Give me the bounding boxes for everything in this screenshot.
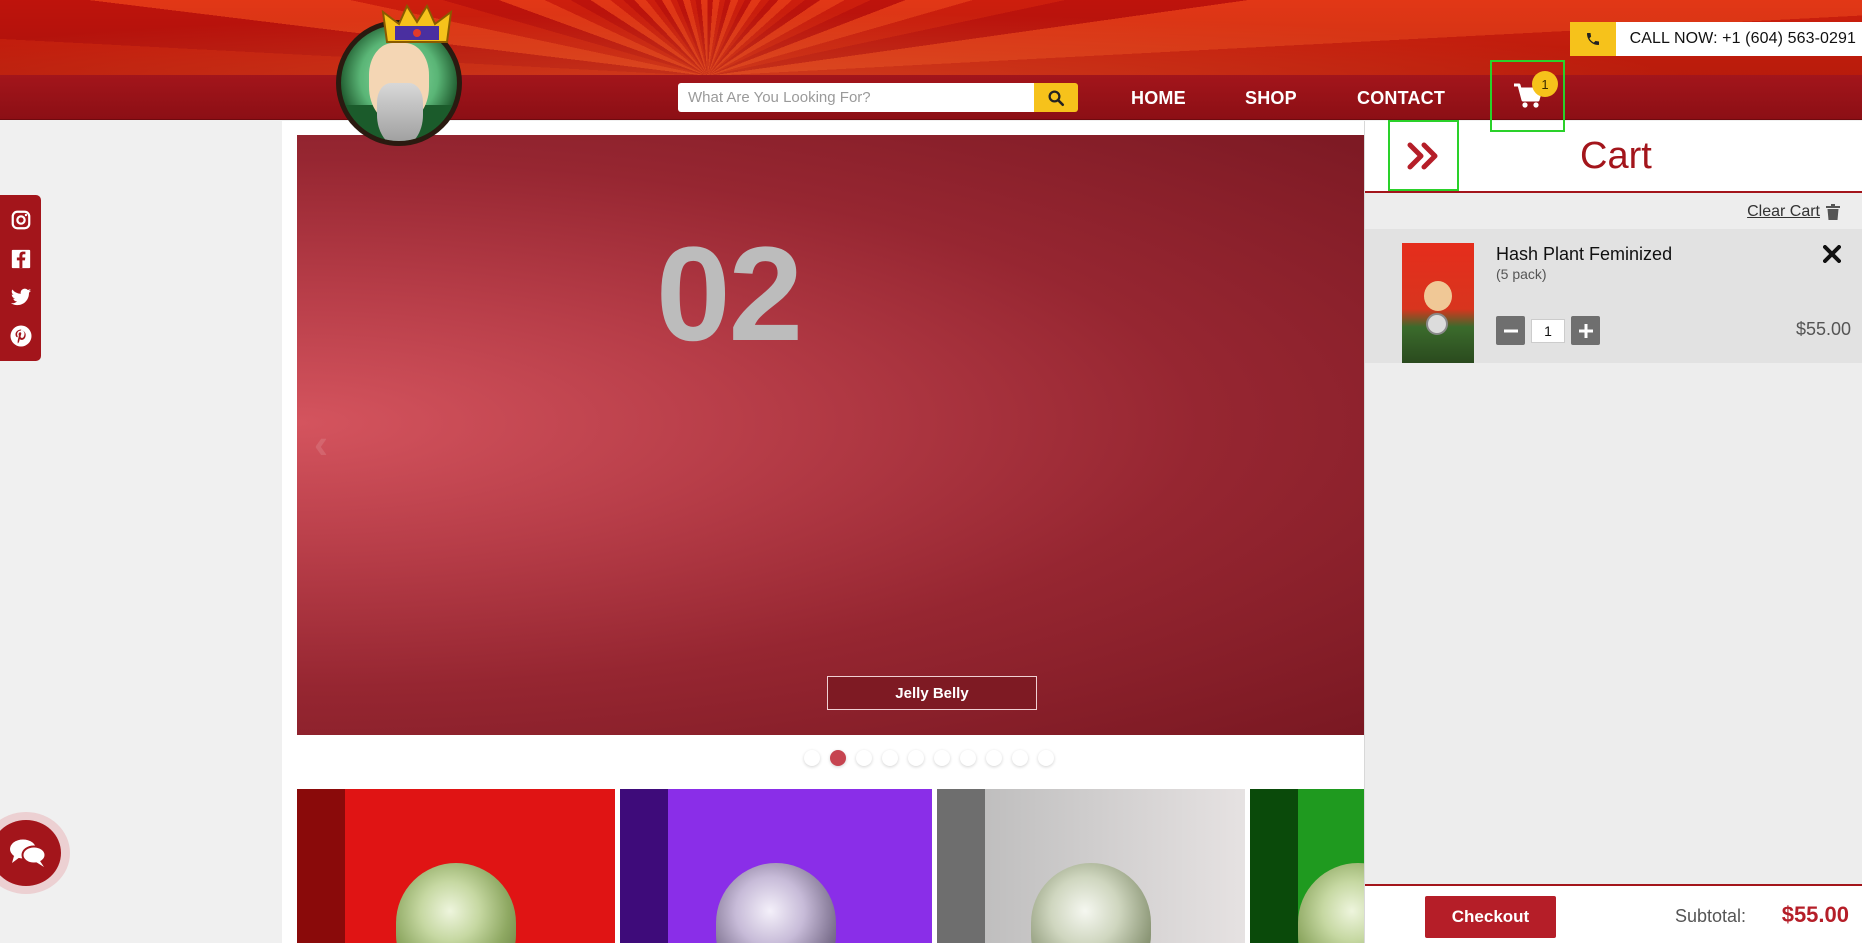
cart-footer: Checkout Subtotal: $55.00 <box>1365 884 1862 943</box>
search-input[interactable] <box>678 83 1034 112</box>
collapse-cart-button[interactable] <box>1388 120 1459 191</box>
checkout-button[interactable]: Checkout <box>1425 896 1556 938</box>
nav-home[interactable]: HOME <box>1131 88 1186 109</box>
cart-button[interactable]: 1 <box>1490 60 1565 132</box>
product-tile[interactable] <box>1250 789 1364 943</box>
slider-dot-1[interactable] <box>804 750 820 766</box>
hero-slider <box>297 135 1364 735</box>
slider-dot-6[interactable] <box>934 750 950 766</box>
cart-item-variant: (5 pack) <box>1496 266 1547 282</box>
slider-dots <box>804 750 1054 766</box>
call-now-box[interactable]: CALL NOW: +1 (604) 563-0291 <box>1569 22 1862 56</box>
quantity-input[interactable] <box>1531 318 1565 343</box>
hero-slide-number: 02 <box>656 220 803 369</box>
cart-item-name[interactable]: Hash Plant Feminized <box>1496 244 1672 265</box>
slider-dot-4[interactable] <box>882 750 898 766</box>
twitter-icon[interactable] <box>8 284 34 310</box>
trash-icon <box>1826 204 1840 220</box>
double-chevron-right-icon <box>1407 142 1437 169</box>
slider-dot-5[interactable] <box>908 750 924 766</box>
subtotal-label: Subtotal: <box>1675 906 1747 926</box>
cart-item-price: $55.00 <box>1795 319 1851 339</box>
hero-caption-button[interactable]: Jelly Belly <box>827 676 1037 710</box>
nav-shop[interactable]: SHOP <box>1245 88 1297 109</box>
minus-icon <box>1503 329 1518 332</box>
cart-count-badge: 1 <box>1532 71 1558 97</box>
slider-dot-7[interactable] <box>960 750 976 766</box>
chat-button[interactable] <box>0 812 70 894</box>
call-now-text[interactable]: CALL NOW: +1 (604) 563-0291 <box>1615 22 1862 56</box>
instagram-icon[interactable] <box>8 207 34 233</box>
decrease-quantity-button[interactable] <box>1496 316 1525 345</box>
remove-item-button[interactable] <box>1821 243 1843 265</box>
nav-contact[interactable]: CONTACT <box>1357 88 1445 109</box>
search-icon <box>1048 90 1065 106</box>
facebook-icon[interactable] <box>8 246 34 272</box>
cart-header: Cart <box>1365 120 1862 193</box>
chat-icon <box>10 839 47 867</box>
slider-dot-8[interactable] <box>986 750 1002 766</box>
slider-prev-arrow[interactable]: ‹ <box>314 420 328 468</box>
search-button[interactable] <box>1034 83 1078 112</box>
product-tile[interactable] <box>937 789 1245 943</box>
crown-icon <box>381 3 453 43</box>
product-tile[interactable] <box>297 789 615 943</box>
cart-item: Hash Plant Feminized (5 pack) $55.00 <box>1365 229 1862 363</box>
product-tile[interactable] <box>620 789 932 943</box>
clear-cart-button[interactable]: Clear Cart <box>1747 203 1840 221</box>
cart-panel: Cart Clear Cart Hash Plant Feminized (5 … <box>1364 120 1862 943</box>
clear-cart-label[interactable]: Clear Cart <box>1747 203 1820 221</box>
quantity-stepper <box>1496 316 1600 345</box>
pinterest-icon[interactable] <box>8 323 34 349</box>
slider-dot-9[interactable] <box>1012 750 1028 766</box>
plus-icon <box>1578 323 1593 338</box>
social-sidebar <box>0 195 41 361</box>
phone-icon <box>1569 22 1616 56</box>
slider-dot-2[interactable] <box>830 750 846 766</box>
product-thumbnail[interactable] <box>1402 243 1474 363</box>
increase-quantity-button[interactable] <box>1571 316 1600 345</box>
subtotal-value: $55.00 <box>1781 902 1849 927</box>
slider-dot-10[interactable] <box>1038 750 1054 766</box>
search-bar <box>678 83 1078 112</box>
close-icon <box>1823 245 1841 263</box>
slider-dot-3[interactable] <box>856 750 872 766</box>
cart-title: Cart <box>1580 135 1652 177</box>
